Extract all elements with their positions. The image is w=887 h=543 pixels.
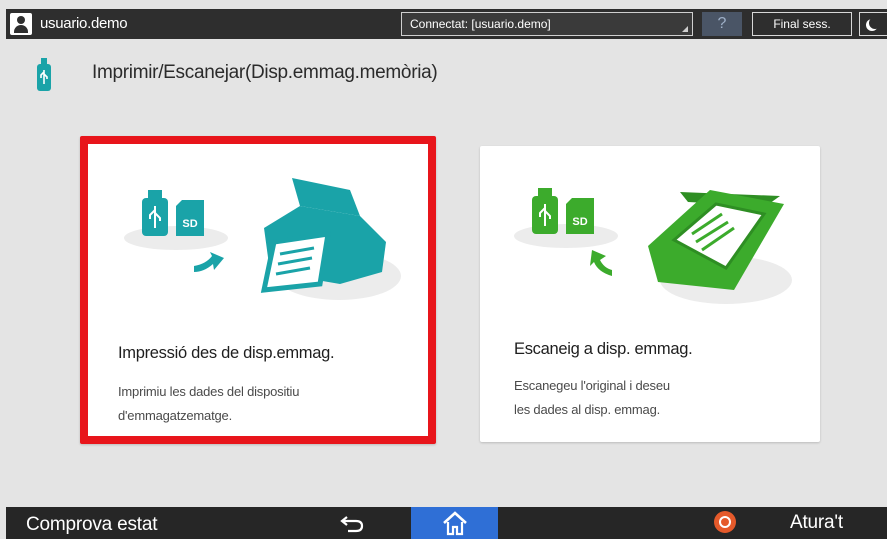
- scan-card-desc-line1: Escanegeu l'original i deseu: [514, 378, 670, 393]
- scan-card-desc-line2: les dades al disp. emmag.: [514, 402, 661, 417]
- home-button[interactable]: [411, 507, 498, 539]
- arrow-right-icon: [194, 252, 224, 272]
- usb-stick-icon: [532, 188, 558, 234]
- stop-icon: [714, 511, 736, 533]
- printer-icon: [260, 178, 386, 293]
- arrow-back-icon: [590, 250, 612, 276]
- svg-text:SD: SD: [572, 216, 587, 228]
- scan-card-title: Escaneig a disp. emmag.: [514, 340, 693, 358]
- stop-label: Atura't: [790, 512, 843, 533]
- print-from-storage-card[interactable]: SD Impressió des de disp.emmag. Imprimiu…: [80, 136, 436, 444]
- connection-status-text: Connectat: [usuario.demo]: [410, 17, 551, 31]
- svg-text:SD: SD: [182, 218, 197, 230]
- back-arrow-icon: [340, 516, 364, 533]
- print-card-desc-line1: Imprimiu les dades del dispositiu: [118, 384, 300, 399]
- logout-button[interactable]: Final sess.: [752, 12, 852, 36]
- usb-stick-icon: [142, 190, 168, 236]
- print-card-title: Impressió des de disp.emmag.: [118, 344, 335, 362]
- user-icon[interactable]: [10, 13, 32, 35]
- scanner-illustration: SD: [514, 188, 792, 304]
- help-button[interactable]: ?: [702, 12, 742, 36]
- home-icon: [443, 511, 467, 536]
- top-bar: usuario.demo Connectat: [usuario.demo] ?…: [6, 9, 887, 39]
- connection-status-box[interactable]: Connectat: [usuario.demo]: [401, 12, 693, 36]
- printer-illustration: SD: [124, 178, 401, 300]
- back-button[interactable]: [334, 511, 374, 535]
- check-status-button[interactable]: Comprova estat: [6, 507, 181, 539]
- sd-card-icon: SD: [176, 200, 204, 236]
- username-label[interactable]: usuario.demo: [40, 15, 128, 32]
- bottom-bar: Comprova estat Atura't: [6, 507, 887, 539]
- expand-corner-icon: [682, 26, 688, 32]
- sd-card-icon: SD: [566, 198, 594, 234]
- usb-icon: [37, 58, 51, 91]
- print-card-desc-line2: d'emmagatzematge.: [118, 408, 232, 423]
- stop-button[interactable]: Atura't: [704, 507, 887, 539]
- moon-icon: [869, 17, 881, 29]
- page-title: Imprimir/Escanejar(Disp.emmag.memòria): [92, 62, 438, 83]
- energy-saver-button[interactable]: [859, 12, 887, 36]
- scan-to-storage-card[interactable]: SD Escaneig a disp. emmag. Escanegeu l'o…: [480, 146, 820, 442]
- screen: usuario.demo Connectat: [usuario.demo] ?…: [0, 0, 887, 539]
